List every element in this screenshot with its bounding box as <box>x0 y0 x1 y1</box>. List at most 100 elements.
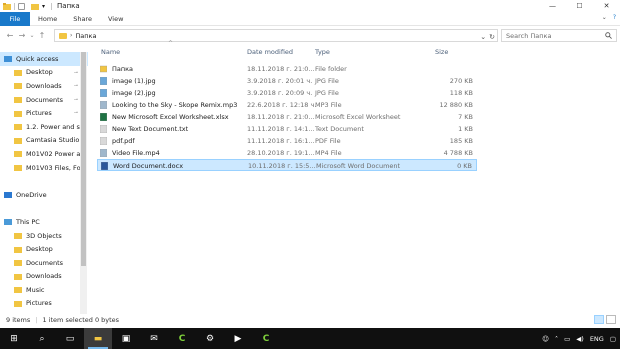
address-bar[interactable]: › Папка ⌄ ↻ <box>54 29 498 42</box>
show-hidden-icons-icon[interactable]: ˄ <box>555 335 558 343</box>
file-name: pdf.pdf <box>112 137 135 145</box>
recent-locations-icon[interactable]: ⌄ <box>28 30 36 42</box>
expand-ribbon-icon[interactable]: ⌄ <box>602 14 607 21</box>
scrollbar-thumb[interactable] <box>81 52 86 266</box>
nav-scrollbar[interactable] <box>80 52 87 314</box>
nav-item[interactable]: Documents <box>0 256 88 270</box>
search-placeholder: Search Папка <box>506 31 552 40</box>
volume-icon[interactable]: ◀) <box>576 335 584 343</box>
column-header-name[interactable]: Name <box>101 46 120 58</box>
tab-home[interactable]: Home <box>30 12 65 26</box>
nav-item[interactable]: M01V02 Power a <box>0 147 88 161</box>
refresh-icon[interactable]: ↻ <box>489 33 495 41</box>
window-title: Папка <box>57 2 80 10</box>
nav-item[interactable]: Desktop ⊸ <box>0 66 88 80</box>
maximize-button[interactable]: ☐ <box>566 0 593 12</box>
nav-item[interactable]: M01V03 Files, Fo <box>0 161 88 175</box>
file-type: PDF File <box>315 137 341 145</box>
search-input[interactable]: Search Папка <box>501 29 617 42</box>
pin-icon: ⊸ <box>73 110 78 117</box>
help-icon[interactable]: ? <box>613 14 616 21</box>
file-type: Microsoft Word Document <box>316 162 401 170</box>
address-path[interactable]: Папка <box>75 32 96 40</box>
nav-item-label: M01V03 Files, Fo <box>26 163 81 172</box>
nav-item[interactable]: Camtasia Studio <box>0 134 88 148</box>
file-date: 10.11.2018 г. 15:5... <box>248 162 316 170</box>
settings-icon[interactable]: ⚙ <box>196 328 224 349</box>
camtasia-recorder-icon[interactable]: C <box>252 328 280 349</box>
nav-item[interactable]: Pictures ⊸ <box>0 106 88 120</box>
nav-item[interactable]: Desktop <box>0 242 88 256</box>
nav-item[interactable]: 3D Objects <box>0 229 88 243</box>
tab-share[interactable]: Share <box>65 12 100 26</box>
excel-file-icon <box>100 113 107 121</box>
back-button[interactable]: ← <box>4 30 16 42</box>
file-row[interactable]: Looking to the Sky - Skope Remix.mp3 22.6… <box>97 99 477 111</box>
nav-item-label: Desktop <box>26 245 53 254</box>
nav-item[interactable]: Music <box>0 283 88 297</box>
mail-icon[interactable]: ✉ <box>140 328 168 349</box>
camtasia-icon[interactable]: C <box>168 328 196 349</box>
quick-access-dropdown-icon[interactable]: ▾ <box>42 3 45 10</box>
file-explorer-icon[interactable]: ▬ <box>84 328 112 349</box>
nav-item[interactable]: This PC <box>0 215 88 229</box>
file-row[interactable]: Word Document.docx 10.11.2018 г. 15:5... M… <box>97 159 477 171</box>
store-icon[interactable]: ▣ <box>112 328 140 349</box>
word-file-icon <box>101 162 108 170</box>
minimize-button[interactable]: — <box>539 0 566 12</box>
file-size: 0 KB <box>457 162 472 170</box>
nav-item-label: Quick access <box>16 54 59 63</box>
file-row[interactable]: image (1).jpg 3.9.2018 г. 20:01 ч. JPG Fil… <box>97 75 477 87</box>
file-row[interactable]: image (2).jpg 3.9.2018 г. 20:09 ч. JPG Fil… <box>97 87 477 99</box>
nav-item[interactable]: Downloads <box>0 270 88 284</box>
close-button[interactable]: ✕ <box>593 0 620 12</box>
nav-item[interactable]: Pictures <box>0 297 88 311</box>
chevron-right-icon[interactable]: › <box>70 32 72 39</box>
column-header-date[interactable]: Date modified <box>247 46 293 58</box>
nav-item-label: Documents <box>26 258 64 267</box>
navigation-pane: Quick access Desktop ⊸ Downloads ⊸ Documents ⊸… <box>0 52 88 314</box>
file-row[interactable]: Video File.mp4 28.10.2018 г. 19:1... MP4 F… <box>97 147 477 159</box>
column-header-size[interactable]: Size <box>435 46 448 58</box>
file-row[interactable]: pdf.pdf 11.11.2018 г. 16:1... PDF File 185 … <box>97 135 477 147</box>
forward-button[interactable]: → <box>16 30 28 42</box>
tab-view[interactable]: View <box>100 12 131 26</box>
large-icons-view-button[interactable] <box>606 315 616 324</box>
start-button[interactable]: ⊞ <box>0 328 28 349</box>
status-bar: 9 items | 1 item selected 0 bytes <box>0 314 620 326</box>
network-icon[interactable]: ▭ <box>564 335 570 343</box>
item-count: 9 items <box>6 316 31 324</box>
ribbon-controls: ⌄ ? <box>602 14 616 21</box>
file-name: image (1).jpg <box>112 77 156 85</box>
file-row[interactable]: New Text Document.txt 11.11.2018 г. 14:1.… <box>97 123 477 135</box>
file-type: JPG File <box>315 77 339 85</box>
file-row[interactable]: Папка 18.11.2018 г. 21:0... File folder <box>97 63 477 75</box>
movie-icon[interactable]: ▶ <box>224 328 252 349</box>
properties-quick-button[interactable] <box>18 2 25 10</box>
notifications-icon[interactable]: ▢ <box>610 335 616 343</box>
details-view-button[interactable] <box>594 315 604 324</box>
file-row[interactable]: New Microsoft Excel Worksheet.xlsx 18.11.… <box>97 111 477 123</box>
nav-item[interactable]: 1.2. Power and sl <box>0 120 88 134</box>
people-icon[interactable]: ☺ <box>542 335 549 343</box>
nav-item[interactable]: Documents ⊸ <box>0 93 88 107</box>
file-type: JPG File <box>315 89 339 97</box>
folder-icon <box>14 137 22 144</box>
language-indicator[interactable]: ENG <box>590 335 604 343</box>
task-view-icon[interactable]: ▭ <box>56 328 84 349</box>
separator <box>14 2 15 10</box>
nav-item-label: 1.2. Power and sl <box>26 122 82 131</box>
address-dropdown-icon[interactable]: ⌄ <box>480 33 486 41</box>
column-header-type[interactable]: Type <box>315 46 330 58</box>
image-file-icon <box>100 89 107 97</box>
tab-file[interactable]: File <box>0 11 30 26</box>
nav-item[interactable]: Quick access <box>0 52 88 66</box>
up-button[interactable]: ↑ <box>36 30 48 42</box>
nav-item[interactable]: Downloads ⊸ <box>0 79 88 93</box>
search-icon[interactable]: ⌕ <box>28 328 56 349</box>
system-tray: ☺ ˄ ▭ ◀) ENG ▢ <box>542 328 620 349</box>
nav-item-label: Pictures <box>26 299 52 308</box>
nav-item[interactable]: OneDrive <box>0 188 88 202</box>
new-folder-quick-icon[interactable] <box>31 3 39 10</box>
